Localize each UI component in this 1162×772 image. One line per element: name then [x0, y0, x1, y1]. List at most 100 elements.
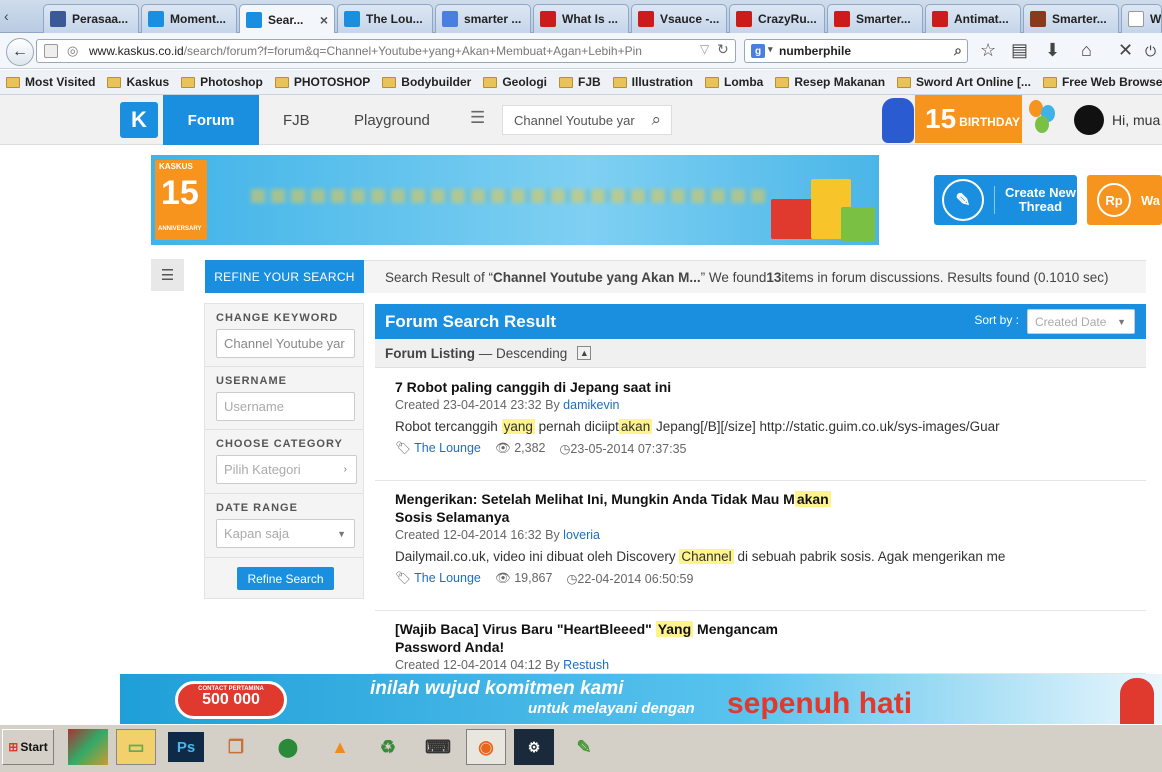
author-link[interactable]: Restush — [563, 658, 609, 672]
refine-search-button[interactable]: Refine Search — [237, 567, 334, 590]
site-search-input[interactable]: Channel Youtube yar ⌕ — [502, 105, 672, 135]
tab-close-icon[interactable]: × — [320, 12, 328, 28]
bookmark-item[interactable]: Illustration — [612, 75, 693, 89]
engine-dropdown-icon[interactable]: ▾ — [768, 44, 773, 55]
list-view-icon[interactable]: ☰ — [151, 259, 184, 291]
tab-0[interactable]: Perasaa... — [43, 4, 139, 33]
category-link[interactable]: The Lounge — [414, 571, 481, 585]
create-thread-button[interactable]: ✎ Create New Thread — [934, 175, 1077, 225]
bookmark-item[interactable]: PHOTOSHOP — [274, 75, 370, 89]
bookmark-item[interactable]: Kaskus — [107, 75, 169, 89]
wallet-label: Wa — [1141, 192, 1161, 208]
bookmarks-list-icon[interactable]: ▤ — [1011, 40, 1028, 61]
menu-list-icon[interactable]: ☰ — [470, 108, 485, 128]
refine-panel: CHANGE KEYWORD Channel Youtube yar USERN… — [204, 303, 364, 599]
clock-icon: ◷ — [559, 442, 571, 456]
tab-9[interactable]: Antimat... — [925, 4, 1021, 33]
home-icon[interactable]: ⌂ — [1081, 40, 1092, 61]
bookmark-item[interactable]: Sword Art Online [... — [897, 75, 1031, 89]
page-info-icon[interactable] — [44, 44, 58, 58]
tab-4[interactable]: smarter ... — [435, 4, 531, 33]
corel-icon[interactable]: ✎ — [564, 729, 604, 765]
result-title-link[interactable]: 7 Robot paling canggih di Jepang saat in… — [395, 378, 835, 396]
avatar[interactable] — [1074, 105, 1104, 135]
bookmark-item[interactable]: FJB — [558, 75, 601, 89]
bookmark-item[interactable]: Free Web Browser... — [1042, 75, 1162, 89]
result-title-link[interactable]: [Wajib Baca] Virus Baru "HeartBleeed" Ya… — [395, 620, 835, 656]
firefox-icon[interactable]: ◉ — [466, 729, 506, 765]
bookmark-item[interactable]: Photoshop — [181, 75, 263, 89]
search-icon[interactable]: ⌕ — [954, 42, 962, 59]
nav-playground[interactable]: Playground — [354, 95, 430, 145]
tab-6[interactable]: Vsauce -... — [631, 4, 727, 33]
tab-1[interactable]: Moment... — [141, 4, 237, 33]
bookmark-item[interactable]: Lomba — [705, 75, 763, 89]
addon-x-icon[interactable]: ✕ — [1118, 40, 1133, 61]
kaskus-icon — [148, 11, 164, 27]
tab-2[interactable]: Sear... × — [239, 4, 335, 34]
tab-10[interactable]: Smarter... — [1023, 4, 1119, 33]
bottom-ad-banner[interactable]: CONTACT PERTAMINA 500 000 inilah wujud k… — [120, 674, 1162, 724]
bookmark-item[interactable]: Geologi — [483, 75, 547, 89]
bookmark-item[interactable]: Bodybuilder — [382, 75, 471, 89]
site-search-value: Channel Youtube yar — [514, 112, 635, 128]
bookmark-item[interactable]: Resep Makanan — [775, 75, 885, 89]
recycle-icon[interactable]: ♻ — [368, 729, 408, 765]
kaskus-logo[interactable]: K — [120, 102, 158, 138]
bookmark-label: Resep Makanan — [794, 75, 886, 89]
refine-search-tab[interactable]: REFINE YOUR SEARCH — [205, 260, 364, 293]
reader-icon[interactable]: ❐ — [216, 729, 256, 765]
browser-search-input[interactable]: g ▾ numberphile ⌕ — [744, 39, 968, 63]
result-footer: 🏷 The Lounge 👁 19,867 ◷22-04-2014 06:50:59 — [395, 571, 1146, 586]
ad-line1: inilah wujud komitmen kami — [370, 678, 624, 699]
tab-3[interactable]: The Lou... — [337, 4, 433, 33]
anniversary-banner[interactable]: KASKUS 15 ANNIVERSARY — [151, 155, 879, 245]
google-engine-icon[interactable]: g — [751, 44, 765, 58]
bookmark-star-icon[interactable]: ☆ — [980, 40, 996, 61]
listing-order: — Descending — [478, 345, 568, 361]
chevron-down-icon: ▼ — [337, 528, 346, 539]
keyboard-icon[interactable]: ⌨ — [418, 729, 458, 765]
tab-5[interactable]: What Is ... — [533, 4, 629, 33]
author-link[interactable]: loveria — [563, 528, 600, 542]
explorer-icon[interactable]: ▭ — [116, 729, 156, 765]
author-link[interactable]: damikevin — [563, 398, 619, 412]
nav-forum[interactable]: Forum — [163, 95, 259, 145]
bookmark-folder-icon — [6, 76, 20, 88]
summary-mid: ” We found — [700, 269, 767, 285]
vlc-icon[interactable]: ▲ — [320, 729, 360, 765]
photoshop-icon[interactable]: Ps — [168, 732, 204, 762]
start-button[interactable]: ⊞ Start — [2, 729, 54, 765]
tab-scroll-left-icon[interactable]: ‹ — [4, 8, 9, 24]
steam-icon[interactable]: ⚙ — [514, 729, 554, 765]
bookmarks-bar: Most Visited Kaskus Photoshop PHOTOSHOP Body… — [0, 70, 1162, 95]
category-select[interactable]: Pilih Kategori › — [216, 455, 357, 484]
tab-11[interactable]: W — [1121, 4, 1162, 33]
username-input[interactable]: Username — [216, 392, 355, 421]
paint-app-icon[interactable] — [68, 729, 108, 765]
reload-icon[interactable]: ↻ — [717, 41, 729, 58]
addon-icon[interactable]: ⏻ — [1145, 43, 1156, 60]
user-greeting[interactable]: Hi, mua — [1112, 112, 1160, 128]
download-manager-icon[interactable]: ⬤ — [268, 729, 308, 765]
nav-fjb[interactable]: FJB — [283, 95, 310, 145]
url-bar[interactable]: ◎ www.kaskus.co.id/search/forum?f=forum&… — [36, 39, 736, 63]
url-dropdown-icon[interactable]: ▽ — [700, 42, 709, 56]
wallet-button[interactable]: Rp Wa — [1087, 175, 1162, 225]
bookmark-item[interactable]: Most Visited — [6, 75, 95, 89]
tab-7[interactable]: CrazyRu... — [729, 4, 825, 33]
download-icon[interactable]: ⬇ — [1045, 40, 1060, 61]
birthday-badge[interactable]: 15 BIRTHDAY — [915, 95, 1022, 143]
sort-select[interactable]: Created Date ▼ — [1027, 309, 1135, 334]
tab-8[interactable]: Smarter... — [827, 4, 923, 33]
folder-icon — [274, 76, 289, 88]
site-search-icon[interactable]: ⌕ — [651, 110, 661, 130]
category-link[interactable]: The Lounge — [414, 441, 481, 455]
category-tag[interactable]: 🏷 The Lounge — [395, 571, 481, 586]
collapse-icon[interactable]: ▲ — [577, 346, 592, 360]
date-select[interactable]: Kapan saja ▼ — [216, 519, 355, 548]
category-tag[interactable]: 🏷 The Lounge — [395, 441, 481, 456]
keyword-input[interactable]: Channel Youtube yar — [216, 329, 355, 358]
back-button[interactable]: ← — [6, 38, 34, 66]
result-title-link[interactable]: Mengerikan: Setelah Melihat Ini, Mungkin… — [395, 490, 835, 526]
